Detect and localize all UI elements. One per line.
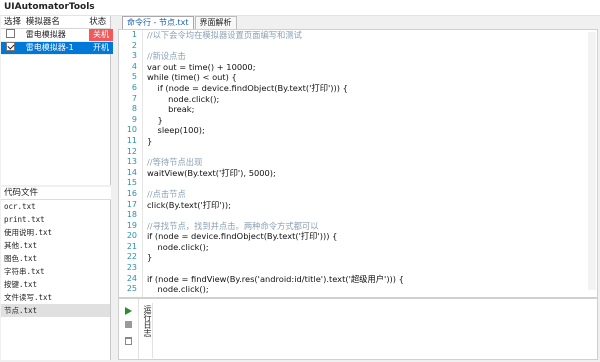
code-line[interactable]: if (node = findView(By.res('android:id/t…	[147, 274, 597, 285]
code-line[interactable]: var out = time() + 10000;	[147, 62, 597, 73]
stop-icon[interactable]	[125, 321, 132, 328]
line-number: 2	[131, 40, 137, 50]
line-number: 7	[131, 93, 137, 103]
state-badge[interactable]: 关机	[89, 29, 113, 41]
file-item[interactable]: 字符串.txt	[1, 265, 110, 278]
line-number: 8	[131, 104, 137, 114]
vertical-scrollbar[interactable]	[588, 32, 596, 290]
file-item[interactable]: 图色.txt	[1, 252, 110, 265]
code-line[interactable]	[147, 147, 597, 158]
line-number: 12	[126, 146, 137, 156]
code-line[interactable]: click(By.text('打印'));	[147, 200, 597, 211]
line-number: 4	[131, 61, 137, 71]
header-select[interactable]: 选择	[1, 16, 23, 28]
file-item[interactable]: 其他.txt	[1, 239, 110, 252]
console-toolbar	[119, 299, 139, 359]
emulator-row[interactable]: 雷电模拟器-1 开机	[1, 42, 113, 55]
editor-tab[interactable]: 界面解析	[194, 16, 237, 29]
file-item[interactable]: 使用说明.txt	[1, 226, 110, 239]
code-line[interactable]: if (node = device.findObject(By.text('打印…	[147, 83, 597, 94]
line-number: 6	[131, 82, 137, 92]
state-badge[interactable]: 开机	[89, 42, 113, 54]
row-select	[1, 29, 23, 41]
code-editor[interactable]: 1 2 3 4 5 6 7 8 9 10 11 12 13 14 15 16 17 18 19 20 21 22 23 24 2…	[118, 29, 598, 298]
row-checkbox[interactable]	[6, 29, 15, 38]
line-number: 14	[126, 167, 137, 177]
line-number: 19	[126, 220, 137, 230]
emulator-name: 雷电模拟器-1	[25, 43, 74, 52]
code-line[interactable]	[147, 41, 597, 52]
code-line[interactable]: node.click();	[147, 94, 597, 105]
title-bar: UIAutomatorTools	[0, 0, 600, 16]
line-number: 1	[131, 30, 137, 39]
line-number: 9	[131, 114, 137, 124]
file-item[interactable]: 文件读写.txt	[1, 291, 110, 304]
code-line[interactable]	[147, 263, 597, 274]
file-item[interactable]: print.txt	[1, 213, 110, 226]
line-number: 15	[126, 178, 137, 188]
code-line[interactable]: node.click();	[147, 242, 597, 253]
code-line[interactable]: }	[147, 115, 597, 126]
code-line[interactable]: }	[147, 252, 597, 263]
code-line[interactable]: break;	[147, 104, 597, 115]
emulator-table: 选择 模拟器名 状态 雷电模拟器 关机雷电模拟器-1 开机	[1, 16, 113, 185]
code-line[interactable]: sleep(100);	[147, 125, 597, 136]
header-name[interactable]: 模拟器名	[23, 16, 86, 28]
app-title: UIAutomatorTools	[4, 2, 95, 12]
emulator-name: 雷电模拟器	[25, 30, 66, 39]
file-item[interactable]: 按键.txt	[1, 278, 110, 291]
editor-tab[interactable]: 命令行 - 节点.txt	[122, 16, 194, 29]
line-number: 16	[126, 188, 137, 198]
emulator-table-header: 选择 模拟器名 状态	[1, 16, 110, 29]
code-line[interactable]	[147, 178, 597, 189]
code-line[interactable]: while (time() < out) {	[147, 72, 597, 83]
code-line[interactable]: waitView(By.text('打印'), 5000);	[147, 168, 597, 179]
code-area[interactable]: //以下会令均在模拟器设置页面编写和测试 //新设点击 var out = time…	[147, 30, 597, 295]
code-line[interactable]: //点击节点	[147, 189, 597, 200]
clear-icon[interactable]	[125, 337, 132, 345]
row-select	[1, 42, 23, 54]
line-number: 22	[126, 252, 137, 262]
line-number: 18	[126, 210, 137, 220]
line-number: 20	[126, 231, 137, 241]
file-item[interactable]: ocr.txt	[1, 200, 110, 213]
code-files-list: ocr.txt print.txt 使用说明.txt 其他.txt 图色.txt 字符串.…	[1, 200, 111, 360]
code-line[interactable]: //寻找节点，找到并点击。两种命令方式都可以	[147, 221, 597, 232]
code-line[interactable]: }	[147, 136, 597, 147]
code-line[interactable]: if (node = device.findObject(By.text('打印…	[147, 231, 597, 242]
code-files-header: 代码文件	[1, 187, 111, 200]
line-number: 11	[126, 135, 137, 145]
row-checkbox[interactable]	[6, 42, 15, 51]
line-number: 17	[126, 199, 137, 209]
line-number: 23	[126, 263, 137, 273]
console-panel: 运行日志	[118, 298, 598, 360]
console-tab-label: 运行日志	[143, 305, 152, 337]
row-state: 关机	[86, 29, 113, 41]
line-number: 10	[126, 125, 137, 135]
line-number: 5	[131, 72, 137, 82]
header-state[interactable]: 状态	[86, 16, 110, 28]
code-line[interactable]: node.click();	[147, 284, 597, 295]
run-icon[interactable]	[125, 307, 132, 315]
line-number: 21	[126, 241, 137, 251]
line-number-gutter: 1 2 3 4 5 6 7 8 9 10 11 12 13 14 15 16 17 18 19 20 21 22 23 24 2…	[119, 30, 143, 297]
line-number: 25	[126, 284, 137, 294]
line-number: 24	[126, 273, 137, 283]
line-number: 13	[126, 157, 137, 167]
console-tab[interactable]: 运行日志	[141, 303, 153, 358]
code-line[interactable]: //新设点击	[147, 51, 597, 62]
code-line[interactable]: //等待节点出现	[147, 157, 597, 168]
editor-tabs: 命令行 - 节点.txt 界面解析	[122, 16, 238, 30]
row-state: 开机	[86, 42, 113, 54]
emulator-row[interactable]: 雷电模拟器 关机	[1, 29, 113, 42]
code-line[interactable]: //以下会令均在模拟器设置页面编写和测试	[147, 30, 597, 41]
code-line[interactable]	[147, 210, 597, 221]
line-number: 3	[131, 51, 137, 61]
file-item[interactable]: 节点.txt	[1, 304, 110, 317]
